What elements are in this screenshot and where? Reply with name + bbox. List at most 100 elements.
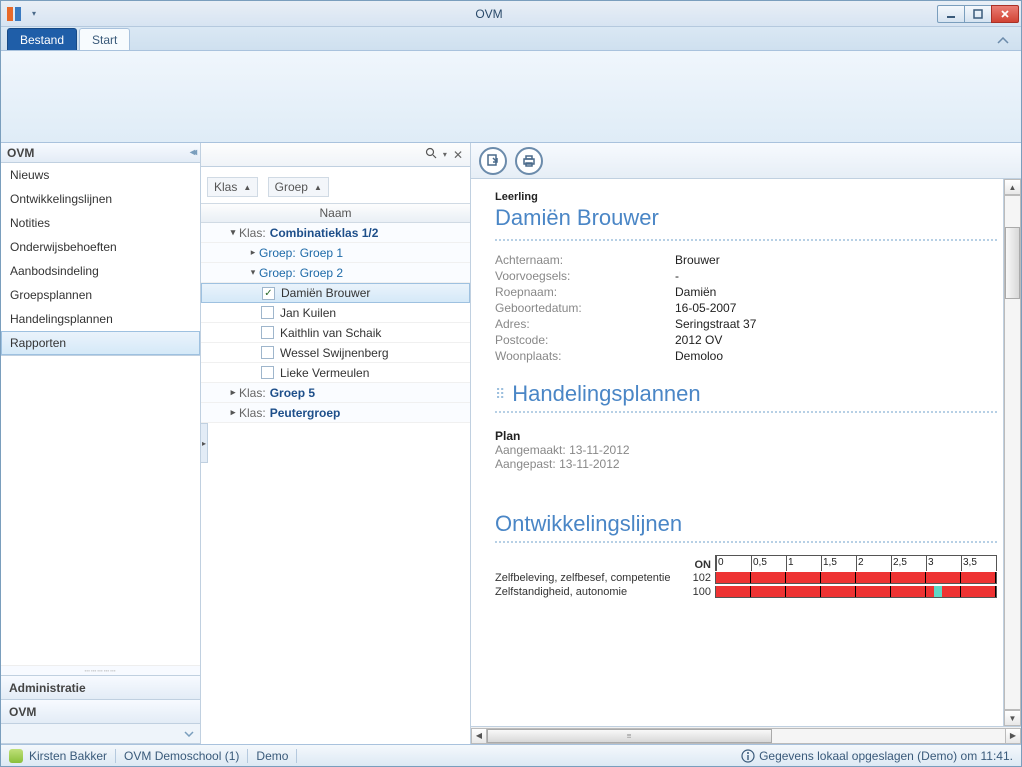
scroll-track[interactable]: ≡	[486, 728, 1006, 744]
tree-group-combinatieklas[interactable]: ▾ Klas: Combinatieklas 1/2	[201, 223, 470, 243]
checkbox[interactable]: ✓	[262, 287, 275, 300]
user-icon	[9, 749, 23, 763]
detail-scroll: Leerling Damiën Brouwer Achternaam:Brouw…	[471, 179, 1021, 726]
section-handelingsplannen: ⠿ Handelingsplannen	[495, 381, 997, 407]
field-value: Brouwer	[675, 253, 720, 267]
nav-item-nieuws[interactable]: Nieuws	[1, 163, 200, 187]
scroll-thumb[interactable]	[1005, 227, 1020, 299]
nav-item-aanbodsindeling[interactable]: Aanbodsindeling	[1, 259, 200, 283]
field-value: 2012 OV	[675, 333, 722, 347]
dev-row: Zelfstandigheid, autonomie 100	[495, 585, 997, 599]
content: OVM ◂◂ Nieuws Ontwikkelingslijnen Notiti…	[1, 143, 1021, 744]
nav-item-rapporten[interactable]: Rapporten	[1, 331, 200, 355]
nav-configure-button[interactable]	[1, 724, 200, 744]
tree-item[interactable]: ✓ Damiën Brouwer	[201, 283, 470, 303]
nav-header-label: OVM	[7, 146, 34, 160]
scroll-down-button[interactable]: ▼	[1004, 710, 1021, 726]
print-button[interactable]	[515, 147, 543, 175]
tree-item[interactable]: Wessel Swijnenberg	[201, 343, 470, 363]
section-title: Handelingsplannen	[512, 381, 700, 407]
close-button[interactable]	[991, 5, 1019, 23]
nav-pin-icon[interactable]: ◂◂	[190, 147, 194, 158]
nav-item-label: Aanbodsindeling	[10, 264, 99, 278]
ribbon-body	[1, 51, 1021, 143]
pupil-name: Wessel Swijnenberg	[280, 346, 389, 360]
grouper-label: Klas	[214, 180, 237, 194]
plan-created-value: 13-11-2012	[569, 443, 630, 457]
nav-splitter[interactable]: ┄┄┄┄┄	[1, 665, 200, 675]
quick-access-dropdown[interactable]: ▾	[28, 4, 40, 24]
scroll-right-button[interactable]: ▶	[1005, 728, 1021, 744]
group-prefix: Klas:	[239, 406, 266, 420]
group-prefix: Groep:	[259, 246, 296, 260]
column-header-naam[interactable]: Naam	[201, 203, 470, 223]
nav-section-label: Administratie	[9, 681, 86, 695]
scroll-up-button[interactable]: ▲	[1004, 179, 1021, 195]
group-by-area: Klas▲ Groep▲	[201, 167, 470, 203]
nav-item-notities[interactable]: Notities	[1, 211, 200, 235]
nav-item-handelingsplannen[interactable]: Handelingsplannen	[1, 307, 200, 331]
horizontal-scrollbar[interactable]: ◀ ≡ ▶	[471, 726, 1021, 744]
search-input[interactable]	[205, 147, 422, 163]
tree-group-groep1[interactable]: ▸ Groep: Groep 1	[201, 243, 470, 263]
tree-item[interactable]: Lieke Vermeulen	[201, 363, 470, 383]
scale-tick-label: 0,5	[753, 557, 767, 568]
nav-item-ontwikkelingslijnen[interactable]: Ontwikkelingslijnen	[1, 187, 200, 211]
detail-area: Leerling Damiën Brouwer Achternaam:Brouw…	[471, 143, 1021, 744]
grouper-klas[interactable]: Klas▲	[207, 177, 258, 197]
app-icon	[6, 6, 22, 22]
pupil-name: Damiën Brouwer	[281, 286, 370, 300]
tab-bestand[interactable]: Bestand	[7, 28, 77, 50]
scale-tick-label: 1,5	[823, 557, 837, 568]
checkbox[interactable]	[261, 346, 274, 359]
search-dropdown-icon[interactable]: ▾	[440, 150, 450, 159]
tree-expand-handle[interactable]: ▸	[201, 423, 208, 463]
scale-tick-label: 3	[928, 557, 934, 568]
grouper-groep[interactable]: Groep▲	[268, 177, 329, 197]
tree-group-groep2[interactable]: ▾ Groep: Groep 2	[201, 263, 470, 283]
field-label: Geboortedatum:	[495, 301, 675, 315]
divider	[495, 411, 997, 413]
scroll-track[interactable]	[1004, 195, 1021, 710]
nav-item-onderwijsbehoeften[interactable]: Onderwijsbehoeften	[1, 235, 200, 259]
tree-item[interactable]: Jan Kuilen	[201, 303, 470, 323]
plan-modified-label: Aangepast:	[495, 457, 556, 471]
search-bar: ▾ ✕	[201, 143, 470, 167]
field-label: Achternaam:	[495, 253, 675, 267]
nav-section-ovm[interactable]: OVM	[1, 700, 200, 724]
checkbox[interactable]	[261, 326, 274, 339]
nav-item-groepsplannen[interactable]: Groepsplannen	[1, 283, 200, 307]
field-value: 16-05-2007	[675, 301, 736, 315]
drag-handle-icon[interactable]: ⠿	[495, 391, 504, 397]
maximize-button[interactable]	[964, 5, 992, 23]
group-prefix: Klas:	[239, 386, 266, 400]
dev-row: Zelfbeleving, zelfbesef, competentie 102	[495, 571, 997, 585]
scroll-thumb[interactable]: ≡	[487, 729, 772, 743]
tree-group-groep5[interactable]: ▸ Klas: Groep 5	[201, 383, 470, 403]
scroll-left-button[interactable]: ◀	[471, 728, 487, 744]
plan-block: Plan Aangemaakt: 13-11-2012 Aangepast: 1…	[495, 429, 997, 471]
tree-item[interactable]: Kaithlin van Schaik	[201, 323, 470, 343]
dev-row-name: Zelfbeleving, zelfbesef, competentie	[495, 572, 685, 584]
nav-section-administratie[interactable]: Administratie	[1, 676, 200, 700]
leerling-label: Leerling	[495, 191, 997, 203]
search-clear-icon[interactable]: ✕	[450, 148, 466, 162]
field-value: Seringstraat 37	[675, 317, 756, 331]
tab-start[interactable]: Start	[79, 28, 130, 50]
expand-icon: ▸	[247, 247, 259, 258]
tree-group-peutergroep[interactable]: ▸ Klas: Peutergroep	[201, 403, 470, 423]
search-icon[interactable]	[422, 147, 440, 162]
field-roepnaam: Roepnaam:Damiën	[495, 285, 997, 299]
status-saved: Gegevens lokaal opgeslagen (Demo) om 11:…	[759, 749, 1013, 763]
dev-bar	[715, 586, 997, 598]
minimize-button[interactable]	[937, 5, 965, 23]
scale-tick-label: 2,5	[893, 557, 907, 568]
section-title: Ontwikkelingslijnen	[495, 511, 682, 537]
group-label: Groep 1	[300, 246, 343, 260]
dev-header: ON 00,511,522,533,5	[495, 555, 997, 571]
checkbox[interactable]	[261, 366, 274, 379]
checkbox[interactable]	[261, 306, 274, 319]
export-button[interactable]	[479, 147, 507, 175]
ribbon-collapse-icon[interactable]	[993, 35, 1013, 50]
vertical-scrollbar[interactable]: ▲ ▼	[1003, 179, 1021, 726]
